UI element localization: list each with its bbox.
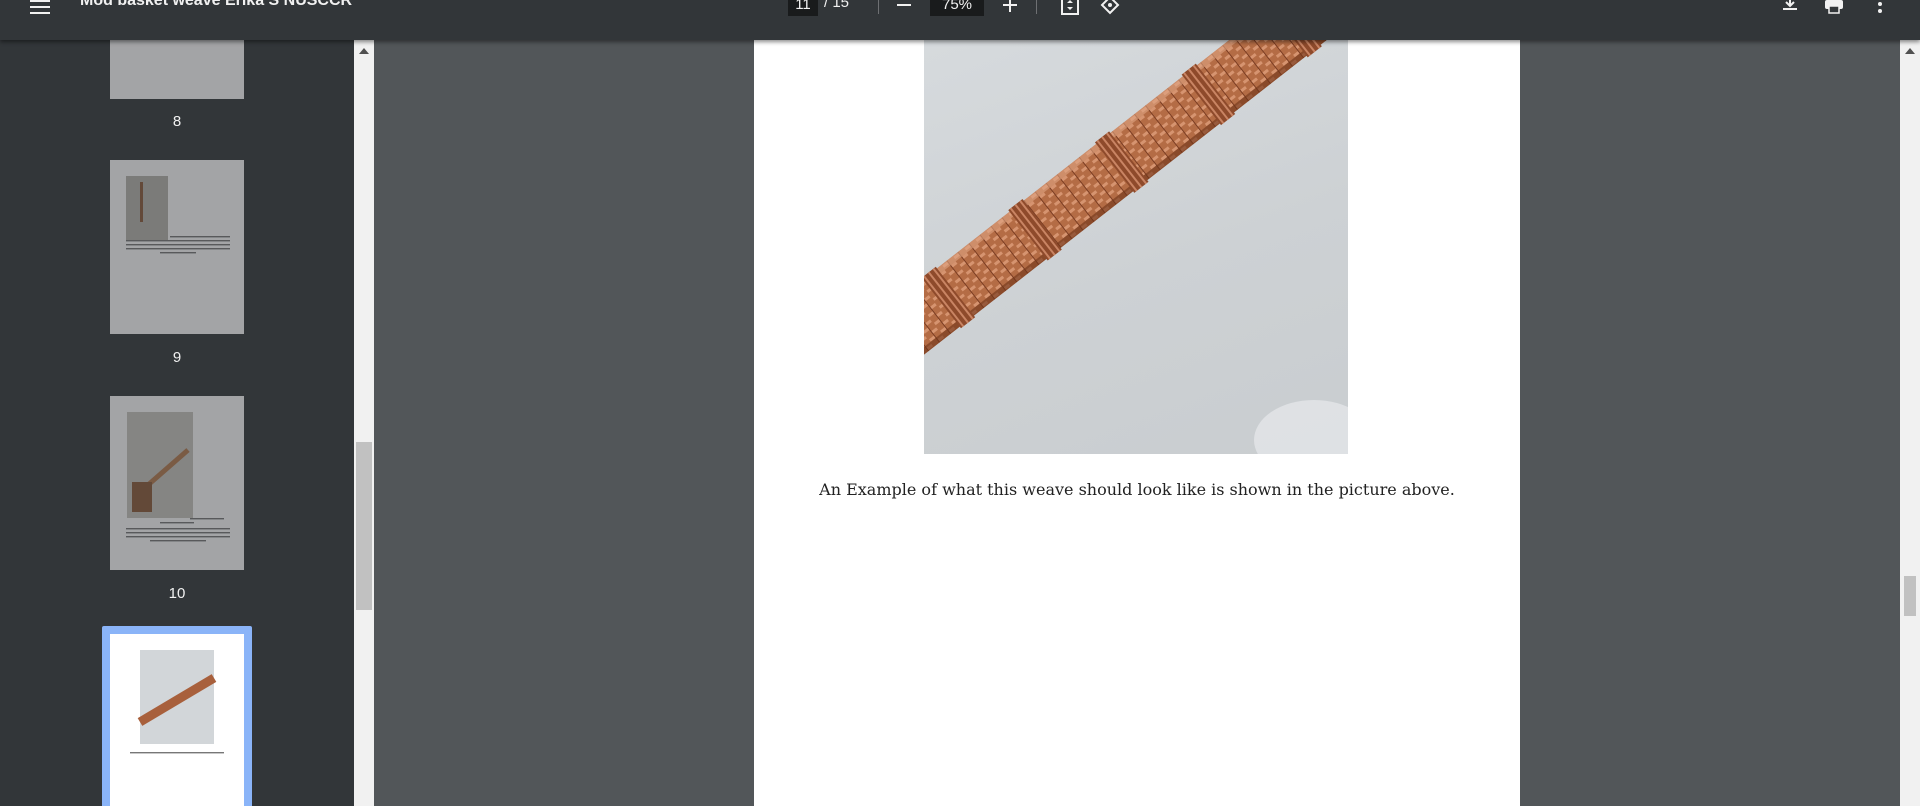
page-total: / 15 <box>824 0 850 11</box>
document-scrollbar-thumb[interactable] <box>1904 576 1916 616</box>
thumbnail-page-9[interactable] <box>110 160 244 334</box>
image-caption: An Example of what this weave should loo… <box>819 480 1455 499</box>
document-scrollbar[interactable] <box>1900 40 1920 806</box>
toolbar-divider <box>878 0 879 14</box>
hamburger-icon[interactable] <box>28 0 54 14</box>
thumbnail-label: 10 <box>168 585 186 602</box>
more-vert-icon[interactable] <box>1868 0 1892 16</box>
plus-icon[interactable] <box>998 0 1022 16</box>
page-number-input[interactable]: 11 <box>788 0 818 16</box>
thumbnail-page-10[interactable] <box>110 396 244 570</box>
toolbar-divider <box>1036 0 1037 14</box>
rotate-icon[interactable] <box>1098 0 1122 16</box>
download-icon[interactable] <box>1778 0 1802 16</box>
sidebar-scrollbar-thumb[interactable] <box>356 442 372 610</box>
minus-icon[interactable] <box>892 0 916 16</box>
print-icon[interactable] <box>1822 0 1846 16</box>
scroll-up-arrow-icon[interactable] <box>1905 48 1915 54</box>
zoom-input[interactable]: 75% <box>930 0 984 16</box>
toolbar: Mod basket weave Erika S NUSCCR 11 / 15 … <box>0 0 1920 40</box>
thumbnail-page-8[interactable] <box>110 40 244 99</box>
document-title: Mod basket weave Erika S NUSCCR <box>80 0 353 9</box>
thumbnail-page-11[interactable] <box>110 634 244 806</box>
document-page: An Example of what this weave should loo… <box>754 40 1520 806</box>
thumbnail-sidebar: 8 9 10 <box>0 40 354 806</box>
thumbnail-label: 8 <box>172 113 182 130</box>
sidebar-scrollbar[interactable] <box>354 40 374 806</box>
thumbnail-label: 9 <box>172 349 182 366</box>
woven-wire-photo <box>924 40 1348 454</box>
fit-to-page-icon[interactable] <box>1058 0 1082 16</box>
scroll-up-arrow-icon[interactable] <box>359 48 369 54</box>
